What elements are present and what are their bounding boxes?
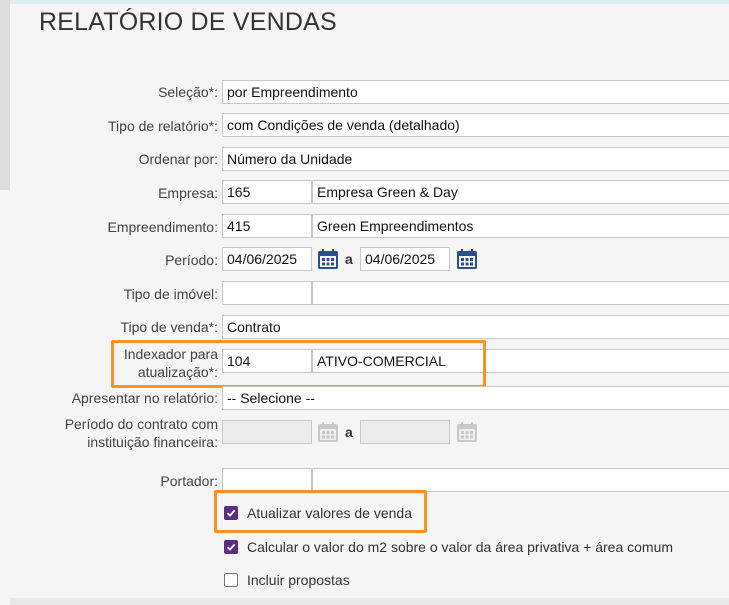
bottom-border <box>10 598 729 605</box>
top-bar <box>10 0 729 4</box>
check-icon <box>226 543 236 551</box>
portador-name-input[interactable] <box>312 468 729 492</box>
calcular-m2-checkbox[interactable] <box>224 540 238 554</box>
calendar-icon[interactable] <box>456 248 478 270</box>
calcular-m2-label[interactable]: Calcular o valor do m2 sobre o valor da … <box>247 539 673 555</box>
apresentar-label: Apresentar no relatório: <box>71 390 218 406</box>
periodo-contrato-start-input <box>222 420 312 444</box>
selecao-label: Seleção*: <box>158 84 218 100</box>
atualizar-valores-label[interactable]: Atualizar valores de venda <box>247 505 412 521</box>
periodo-separator: a <box>345 251 353 267</box>
tipo-relatorio-select[interactable]: com Condições de venda (detalhado) <box>222 113 729 137</box>
calendar-icon-disabled <box>318 422 338 442</box>
tipo-imovel-code-input[interactable] <box>222 281 312 305</box>
periodo-start-input[interactable]: 04/06/2025 <box>222 247 312 271</box>
portador-label: Portador: <box>160 473 218 489</box>
incluir-propostas-checkbox[interactable] <box>224 573 238 587</box>
tipo-venda-select[interactable]: Contrato <box>222 315 729 339</box>
tipo-imovel-name-input[interactable] <box>312 281 729 305</box>
empreendimento-label: Empreendimento: <box>107 219 218 235</box>
ordenar-por-label: Ordenar por: <box>138 151 218 167</box>
left-edge-strip <box>0 0 10 190</box>
calendar-icon[interactable] <box>317 248 339 270</box>
tipo-venda-label: Tipo de venda*: <box>120 319 218 335</box>
periodo-contrato-end-input <box>360 420 450 444</box>
page-title: RELATÓRIO DE VENDAS <box>39 8 337 36</box>
periodo-contrato-label: Período do contrato com instituição finan… <box>64 416 218 450</box>
empresa-label: Empresa: <box>158 185 218 201</box>
periodo-end-input[interactable]: 04/06/2025 <box>360 247 450 271</box>
check-icon <box>226 509 236 517</box>
incluir-propostas-label[interactable]: Incluir propostas <box>247 572 350 588</box>
empreendimento-code-input[interactable]: 415 <box>222 214 312 238</box>
tipo-relatorio-label: Tipo de relatório*: <box>108 118 218 134</box>
empresa-code-input[interactable]: 165 <box>222 180 312 204</box>
periodo-label: Período: <box>165 252 218 268</box>
calendar-icon-disabled <box>457 422 477 442</box>
apresentar-select[interactable]: -- Selecione -- <box>222 386 729 410</box>
atualizar-valores-checkbox[interactable] <box>224 506 238 520</box>
empreendimento-name-input[interactable]: Green Empreendimentos <box>312 214 729 238</box>
ordenar-por-select[interactable]: Número da Unidade <box>222 147 729 171</box>
tipo-imovel-label: Tipo de imóvel: <box>123 286 218 302</box>
periodo-contrato-separator: a <box>345 424 353 440</box>
indexador-highlight-box <box>111 340 486 388</box>
portador-code-input[interactable] <box>222 468 312 492</box>
selecao-select[interactable]: por Empreendimento <box>222 80 729 104</box>
empresa-name-input[interactable]: Empresa Green & Day <box>312 180 729 204</box>
